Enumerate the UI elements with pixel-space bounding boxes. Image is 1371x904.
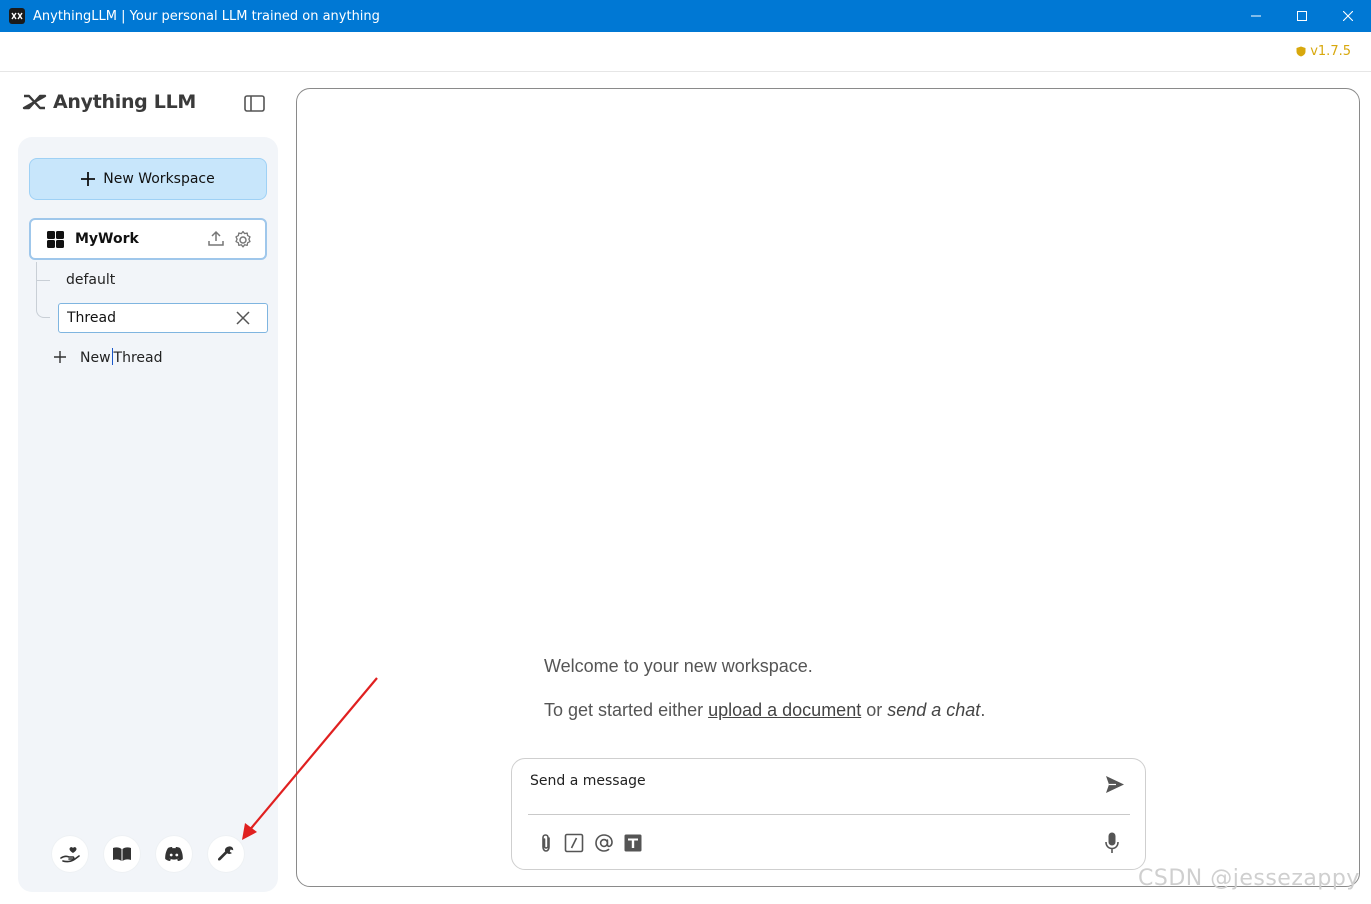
upload-document-link[interactable]: upload a document (708, 700, 861, 720)
composer-divider (528, 814, 1130, 815)
sidebar-toggle-button[interactable] (244, 95, 265, 112)
workspace-grid-icon (47, 230, 64, 248)
window-titlebar: AnythingLLM | Your personal LLM trained … (0, 0, 1371, 32)
thread-rename-field[interactable] (58, 303, 268, 333)
paperclip-icon[interactable] (538, 833, 554, 853)
app-logo-icon (9, 8, 25, 24)
brand-name: Anything LLM (53, 91, 197, 113)
upload-icon[interactable] (207, 230, 225, 248)
anythingllm-logo-icon (22, 94, 47, 110)
slash-command-icon[interactable] (564, 833, 584, 853)
plus-icon (54, 351, 66, 363)
gear-icon[interactable] (233, 230, 253, 250)
welcome-message: Welcome to your new workspace. (544, 656, 813, 676)
maximize-icon (1297, 11, 1307, 21)
community-hub-button[interactable] (52, 836, 88, 872)
plus-icon (81, 172, 96, 186)
thread-item-default[interactable]: default (66, 272, 115, 288)
brand-logo: Anything LLM (22, 91, 196, 113)
thread-tree-branch (36, 280, 50, 281)
maximize-button[interactable] (1279, 0, 1325, 32)
documentation-button[interactable] (104, 836, 140, 872)
new-thread-label: New Thread (80, 348, 163, 366)
version-text: v1.7.5 (1310, 44, 1351, 59)
minimize-button[interactable] (1233, 0, 1279, 32)
close-window-button[interactable] (1325, 0, 1371, 32)
sidebar-footer (52, 836, 244, 872)
sidebar-panel-icon (244, 95, 265, 112)
discord-button[interactable] (156, 836, 192, 872)
thread-name-input[interactable] (67, 310, 227, 326)
text-cursor (111, 348, 113, 365)
top-bar: v1.7.5 (0, 32, 1371, 72)
new-workspace-button[interactable]: New Workspace (29, 158, 267, 200)
watermark: CSDN @jessezappy (1138, 866, 1360, 891)
at-mention-icon[interactable] (594, 833, 614, 853)
message-input[interactable] (530, 773, 1070, 789)
thread-tree-line (36, 262, 50, 318)
close-icon (1343, 11, 1353, 21)
window-title: AnythingLLM | Your personal LLM trained … (33, 8, 380, 24)
send-icon[interactable] (1105, 775, 1125, 794)
new-workspace-label: New Workspace (103, 171, 215, 187)
discord-icon (165, 847, 183, 861)
hand-heart-icon (60, 847, 80, 863)
close-icon[interactable] (235, 310, 251, 326)
microphone-icon[interactable] (1105, 832, 1119, 854)
minimize-icon (1251, 15, 1261, 17)
new-thread-button[interactable]: New Thread (54, 348, 163, 366)
message-composer (511, 758, 1146, 870)
workspace-name: MyWork (75, 231, 139, 247)
workspace-item-mywork[interactable]: MyWork (29, 218, 267, 260)
version-badge: v1.7.5 (1296, 44, 1351, 59)
shield-icon (1296, 46, 1306, 57)
send-chat-link[interactable]: send a chat (887, 700, 980, 720)
annotation-arrow (242, 677, 378, 840)
book-icon (113, 847, 131, 861)
get-started-text: To get started either upload a document … (544, 700, 986, 720)
text-format-icon[interactable] (624, 834, 642, 852)
